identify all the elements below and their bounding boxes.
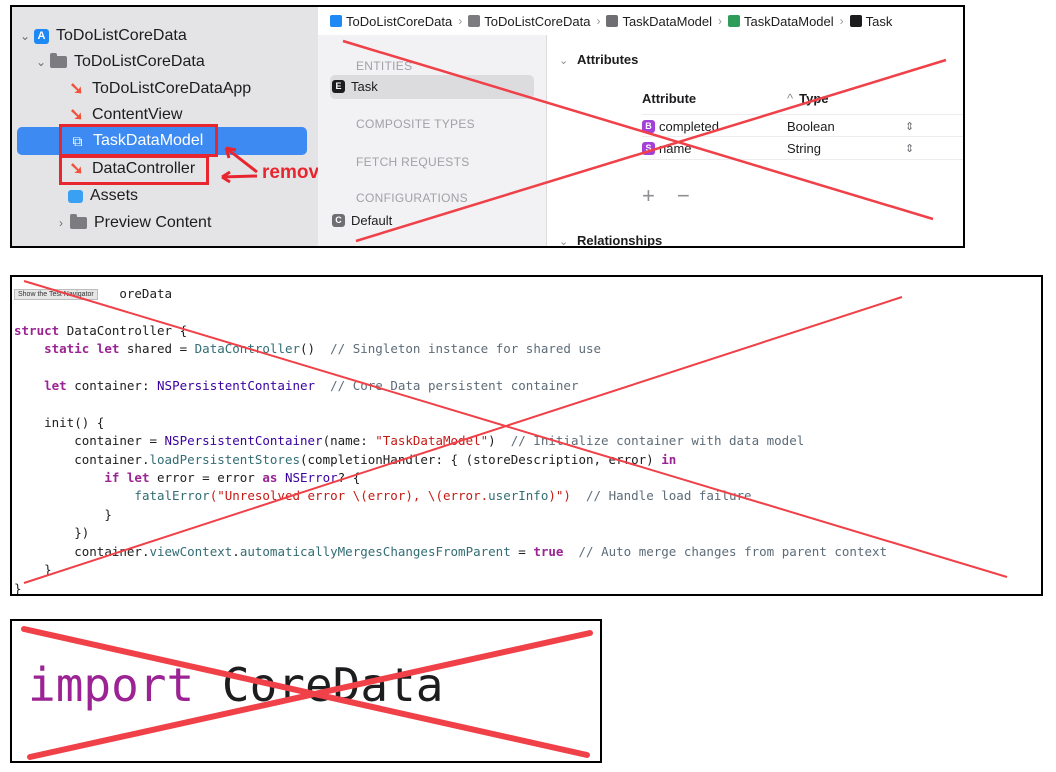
nav-file-app[interactable]: ➘ ToDoListCoreDataApp xyxy=(68,76,251,102)
app-project-icon: A xyxy=(34,28,49,44)
configuration-item-default[interactable]: C Default xyxy=(332,213,392,228)
type-stepper-icon[interactable]: ⇕ xyxy=(905,142,914,155)
code-panel: oreData struct DataController { static l… xyxy=(10,275,1043,596)
column-attribute[interactable]: Attribute xyxy=(642,91,787,106)
code-editor[interactable]: oreData struct DataController { static l… xyxy=(14,285,887,594)
nav-group-label: ToDoListCoreData xyxy=(74,53,205,70)
type-stepper-icon[interactable]: ⇕ xyxy=(905,120,914,133)
swift-file-icon: ➘ xyxy=(69,105,84,124)
swift-file-icon: ➘ xyxy=(69,79,84,98)
folder-icon xyxy=(70,214,87,229)
nav-file-label: ToDoListCoreDataApp xyxy=(92,80,252,97)
breadcrumb-item[interactable]: TaskDataModel xyxy=(606,14,712,29)
chevron-right-icon: › xyxy=(596,14,601,28)
nav-project-label: ToDoListCoreData xyxy=(56,27,187,44)
composite-types-header: COMPOSITE TYPES xyxy=(356,117,475,131)
attribute-name[interactable]: completed xyxy=(659,119,719,134)
tooltip: Show the Test Navigator xyxy=(14,289,98,300)
model-outline: ENTITIES E Task COMPOSITE TYPES FETCH RE… xyxy=(318,35,547,246)
nav-preview-label: Preview Content xyxy=(94,214,212,231)
chevron-right-icon: › xyxy=(718,14,723,28)
boolean-type-icon: B xyxy=(642,119,655,133)
configuration-icon: C xyxy=(332,214,345,227)
column-type[interactable]: ^ Type xyxy=(787,91,905,106)
string-type-icon: S xyxy=(642,141,655,155)
configurations-header: CONFIGURATIONS xyxy=(356,191,468,205)
nav-preview-group[interactable]: › Preview Content xyxy=(54,210,211,236)
chevron-down-icon[interactable]: ⌄ xyxy=(34,55,48,69)
module-name: CoreData xyxy=(221,658,444,712)
breadcrumb-item[interactable]: Task xyxy=(849,14,892,29)
chevron-right-icon: › xyxy=(458,14,463,28)
entity-icon: E xyxy=(332,80,345,93)
nav-file-label: ContentView xyxy=(92,106,183,123)
entities-header: ENTITIES xyxy=(356,59,413,73)
relationships-header: Relationships xyxy=(577,233,663,248)
import-keyword: import xyxy=(28,658,195,712)
import-statement: import CoreData xyxy=(28,655,443,715)
breadcrumb-item[interactable]: TaskDataModel xyxy=(728,14,834,29)
nav-file-label: Assets xyxy=(90,187,139,204)
breadcrumb: ToDoListCoreData › ToDoListCoreData › Ta… xyxy=(318,7,963,35)
breadcrumb-item[interactable]: ToDoListCoreData xyxy=(468,14,590,29)
model-editor: ToDoListCoreData › ToDoListCoreData › Ta… xyxy=(318,7,963,246)
table-row[interactable]: Sname String ⇕ xyxy=(642,136,963,160)
chevron-down-icon[interactable]: ⌄ xyxy=(559,54,568,67)
sort-ascending-icon: ^ xyxy=(787,90,794,106)
attributes-editor: ⌄ Attributes Attribute ^ Type Bcompleted … xyxy=(547,35,963,246)
entity-icon xyxy=(849,14,862,27)
chevron-down-icon[interactable]: ⌄ xyxy=(559,235,568,246)
model-version-icon xyxy=(728,14,741,27)
asset-catalog-icon xyxy=(68,189,83,203)
fetch-requests-header: FETCH REQUESTS xyxy=(356,155,470,169)
attribute-name[interactable]: name xyxy=(659,141,692,156)
chevron-right-icon[interactable]: › xyxy=(54,216,68,230)
nav-project-row[interactable]: ⌄ A ToDoListCoreData xyxy=(18,23,187,49)
nav-file-assets[interactable]: Assets xyxy=(68,183,138,209)
folder-icon xyxy=(50,53,67,68)
add-remove-attribute-buttons[interactable]: + − xyxy=(642,183,698,209)
attribute-type[interactable]: String xyxy=(787,141,905,156)
highlight-box-taskdatamodel xyxy=(59,124,218,157)
entity-item-task[interactable]: E Task xyxy=(332,79,378,94)
highlight-box-datacontroller xyxy=(59,155,209,185)
project-navigator: ⌄ A ToDoListCoreData ⌄ ToDoListCoreData … xyxy=(12,7,330,246)
attribute-type[interactable]: Boolean xyxy=(787,119,905,134)
nav-group-row[interactable]: ⌄ ToDoListCoreData xyxy=(34,49,205,75)
table-row[interactable]: Bcompleted Boolean ⇕ xyxy=(642,114,963,137)
xcode-project-panel: ⌄ A ToDoListCoreData ⌄ ToDoListCoreData … xyxy=(10,5,965,248)
breadcrumb-item[interactable]: ToDoListCoreData xyxy=(330,14,452,29)
attributes-table-header: Attribute ^ Type xyxy=(642,87,963,109)
chevron-down-icon[interactable]: ⌄ xyxy=(18,29,32,43)
data-model-icon xyxy=(606,14,619,27)
attributes-header: Attributes xyxy=(577,52,639,67)
app-project-icon xyxy=(330,14,342,27)
folder-icon xyxy=(468,14,481,27)
chevron-right-icon: › xyxy=(839,14,844,28)
import-zoom-panel: import CoreData xyxy=(10,619,602,763)
